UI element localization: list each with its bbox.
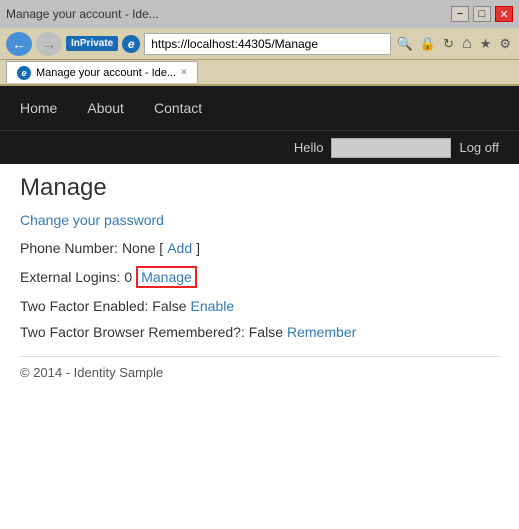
back-button[interactable]: ← (6, 32, 32, 56)
nav-about[interactable]: About (87, 100, 124, 116)
close-button[interactable]: ✕ (495, 6, 513, 22)
manage-logins-link[interactable]: Manage (136, 266, 197, 288)
external-logins-row: External Logins: 0 Manage (20, 266, 499, 288)
home-icon[interactable]: ⌂ (460, 33, 474, 55)
title-bar: Manage your account - Ide... − □ ✕ (0, 0, 519, 28)
tab-favicon: e (17, 66, 31, 80)
two-factor-row: Two Factor Enabled: False Enable (20, 298, 499, 314)
refresh-icon[interactable]: ↻ (441, 34, 456, 54)
page-title: Manage (20, 174, 499, 202)
browser-remember-label: Two Factor Browser Remembered?: False (20, 324, 283, 340)
settings-icon[interactable]: ⚙ (497, 34, 513, 54)
inprivate-badge: InPrivate (66, 36, 118, 51)
browser-tab[interactable]: e Manage your account - Ide... × (6, 61, 198, 83)
favorites-icon[interactable]: ★ (478, 34, 494, 54)
nav-home[interactable]: Home (20, 100, 57, 116)
two-factor-label: Two Factor Enabled: False (20, 298, 187, 314)
phone-number-row: Phone Number: None [ Add ] (20, 240, 499, 256)
phone-label: Phone Number: None [ (20, 240, 163, 256)
hello-bar: Hello Log off (0, 130, 519, 164)
browser-remember-row: Two Factor Browser Remembered?: False Re… (20, 324, 499, 340)
phone-after: ] (196, 240, 200, 256)
search-icon[interactable]: 🔍 (395, 34, 415, 54)
change-password-link[interactable]: Change your password (20, 212, 499, 228)
add-phone-link[interactable]: Add (167, 240, 192, 256)
nav-contact[interactable]: Contact (154, 100, 202, 116)
enable-two-factor-link[interactable]: Enable (191, 298, 235, 314)
maximize-button[interactable]: □ (473, 6, 491, 22)
external-logins-count: 0 (124, 269, 132, 285)
tab-bar: e Manage your account - Ide... × (0, 60, 519, 86)
site-navbar: Home About Contact (0, 86, 519, 130)
footer-divider (20, 356, 499, 357)
address-bar-icons: 🔍 🔒 ↻ (395, 34, 456, 54)
hello-label: Hello (294, 140, 324, 155)
main-content: Manage Change your password Phone Number… (0, 164, 519, 400)
address-bar: ← → InPrivate e 🔍 🔒 ↻ ⌂ ★ ⚙ (0, 28, 519, 60)
remember-browser-link[interactable]: Remember (287, 324, 356, 340)
tab-title: Manage your account - Ide... (36, 67, 176, 79)
footer-copyright: © 2014 - Identity Sample (20, 365, 499, 380)
external-logins-label: External Logins: (20, 269, 120, 285)
window-title: Manage your account - Ide... (6, 7, 447, 21)
ie-logo-icon: e (122, 35, 140, 53)
lock-icon: 🔒 (418, 34, 438, 54)
tab-close-button[interactable]: × (181, 67, 187, 78)
url-input[interactable] (144, 33, 390, 55)
logoff-link[interactable]: Log off (459, 140, 499, 155)
minimize-button[interactable]: − (451, 6, 469, 22)
forward-button[interactable]: → (36, 32, 62, 56)
username-display (331, 138, 451, 158)
